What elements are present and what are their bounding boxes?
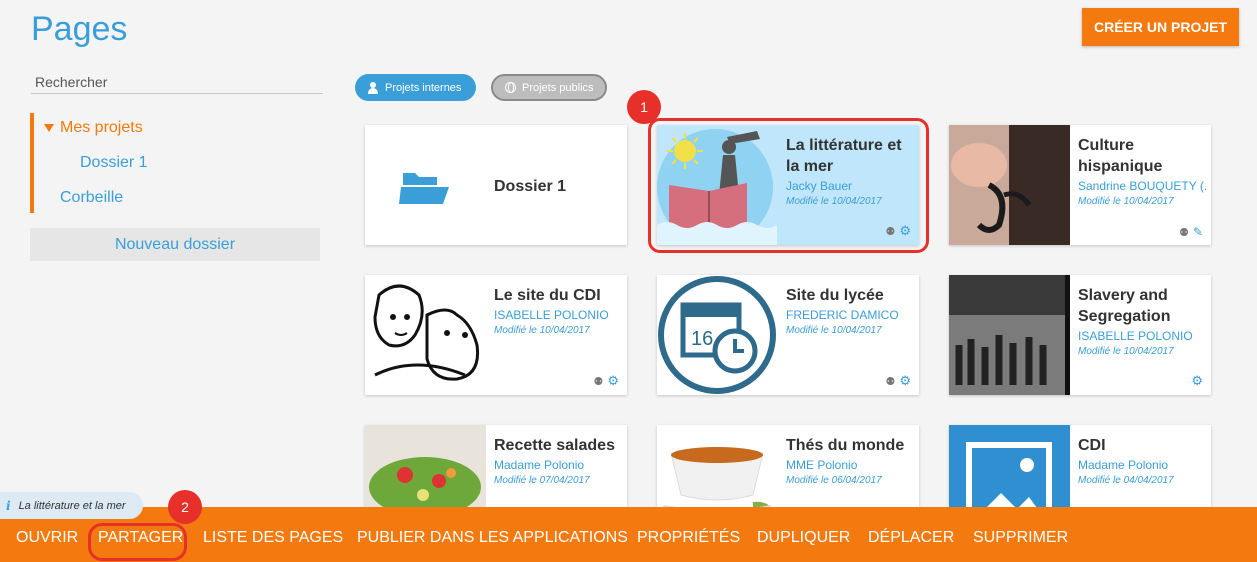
card-title: Recette salades xyxy=(494,437,615,454)
card-owner[interactable]: ISABELLE POLONIO xyxy=(494,308,622,322)
card-project-site-lycee[interactable]: 16 Site du lycée FREDERIC DAMICO Modifié… xyxy=(657,275,919,395)
card-folder-dossier-1[interactable]: Dossier 1 xyxy=(365,125,627,245)
card-title: CDI xyxy=(1078,437,1106,454)
search-input[interactable] xyxy=(31,70,323,94)
action-duplicate[interactable]: DUPLIQUER xyxy=(757,529,850,547)
page-title: Pages xyxy=(31,10,128,48)
card-date: Modifié le 07/04/2017 xyxy=(494,475,590,486)
card-date: Modifié le 06/04/2017 xyxy=(786,475,882,486)
card-owner[interactable]: Sandrine BOUQUETY (... xyxy=(1078,179,1206,193)
project-thumbnail xyxy=(949,275,1070,395)
filter-internal-projects[interactable]: Projets internes xyxy=(355,74,476,101)
project-thumbnail xyxy=(365,275,486,395)
gear-icon[interactable]: ⚙ xyxy=(899,373,911,389)
card-owner[interactable]: ISABELLE POLONIO xyxy=(1078,329,1206,343)
gear-icon[interactable]: ⚙ xyxy=(607,373,619,389)
card-title: Culture hispanique xyxy=(1078,137,1163,175)
card-title: Thés du monde xyxy=(786,437,905,454)
shared-users-icon: ⚉ xyxy=(1179,226,1189,239)
new-folder-button[interactable]: Nouveau dossier xyxy=(30,228,320,261)
pencil-icon[interactable]: ✎ xyxy=(1193,225,1203,239)
card-title: Dossier 1 xyxy=(494,178,567,195)
card-date: Modifié le 04/04/2017 xyxy=(1078,475,1174,486)
card-date: Modifié le 10/04/2017 xyxy=(1078,196,1174,207)
tree-item-trash[interactable]: Corbeille xyxy=(60,189,123,207)
action-open[interactable]: OUVRIR xyxy=(16,529,78,547)
card-title: Slavery and Segregation xyxy=(1078,287,1171,325)
card-project-culture-hispanique[interactable]: Culture hispanique Sandrine BOUQUETY (..… xyxy=(949,125,1211,245)
selected-item-chip: i La littérature et la mer xyxy=(0,492,143,519)
card-owner[interactable]: Madame Polonio xyxy=(1078,458,1206,472)
card-project-slavery[interactable]: Slavery and Segregation ISABELLE POLONIO… xyxy=(949,275,1211,395)
callout-badge-1: 1 xyxy=(627,90,661,124)
tree-item-my-projects[interactable]: Mes projets xyxy=(44,119,143,137)
info-icon: i xyxy=(6,498,11,513)
card-project-site-cdi[interactable]: Le site du CDI ISABELLE POLONIO Modifié … xyxy=(365,275,627,395)
selected-item-label: La littérature et la mer xyxy=(18,499,126,512)
card-owner[interactable]: Madame Polonio xyxy=(494,458,622,472)
app-window: Pages CRÉER UN PROJET Mes projets Dossie… xyxy=(0,0,1257,562)
action-delete[interactable]: SUPPRIMER xyxy=(973,529,1068,547)
share-highlight xyxy=(88,523,187,561)
card-title: Le site du CDI xyxy=(494,287,601,304)
card-owner[interactable]: MME Polonio xyxy=(786,458,914,472)
selection-highlight xyxy=(648,118,929,253)
create-project-button[interactable]: CRÉER UN PROJET xyxy=(1082,8,1239,46)
user-icon xyxy=(367,81,379,94)
caret-down-icon[interactable] xyxy=(44,124,54,132)
action-properties[interactable]: PROPRIÉTÉS xyxy=(637,529,740,547)
action-publish[interactable]: PUBLIER DANS LES APPLICATIONS xyxy=(357,529,628,547)
gear-icon[interactable]: ⚙ xyxy=(1191,373,1203,389)
filter-label: Projets internes xyxy=(385,81,462,94)
calendar-day: 16 xyxy=(691,328,713,350)
tree-item-label: Mes projets xyxy=(60,119,143,136)
folder-icon xyxy=(365,125,486,245)
card-date: Modifié le 10/04/2017 xyxy=(494,325,590,336)
folder-tree: Mes projets Dossier 1 Corbeille xyxy=(30,113,320,213)
globe-icon xyxy=(505,82,516,93)
shared-users-icon: ⚉ xyxy=(593,375,604,388)
callout-badge-2: 2 xyxy=(168,490,202,524)
filter-label: Projets publics xyxy=(522,81,594,94)
filter-public-projects[interactable]: Projets publics xyxy=(491,74,607,101)
shared-users-icon: ⚉ xyxy=(885,375,896,388)
action-page-list[interactable]: LISTE DES PAGES xyxy=(203,529,343,547)
tree-item-dossier-1[interactable]: Dossier 1 xyxy=(80,154,148,172)
card-owner[interactable]: FREDERIC DAMICO xyxy=(786,308,914,322)
card-title: Site du lycée xyxy=(786,287,884,304)
card-date: Modifié le 10/04/2017 xyxy=(786,325,882,336)
card-date: Modifié le 10/04/2017 xyxy=(1078,346,1174,357)
calendar-clock-icon: 16 xyxy=(657,275,778,395)
project-thumbnail xyxy=(949,125,1070,245)
action-move[interactable]: DÉPLACER xyxy=(868,529,954,547)
